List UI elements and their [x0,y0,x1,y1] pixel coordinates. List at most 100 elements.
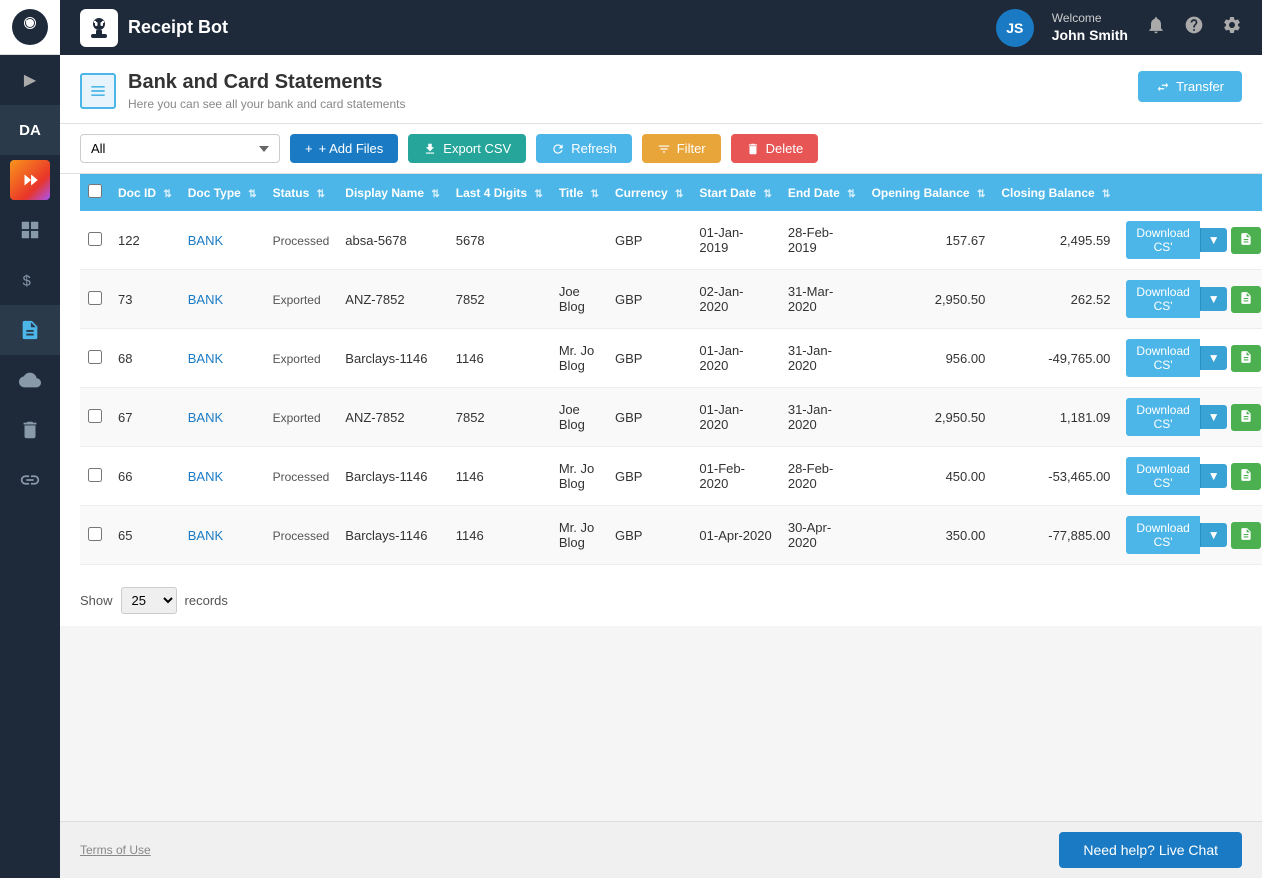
row-checkbox-cell [80,329,110,388]
download-btn-group: Download CS' ▼ [1126,339,1260,377]
row-checkbox-3[interactable] [88,409,102,423]
export-csv-button[interactable]: Export CSV [408,134,526,163]
cell-title: Mr. Jo Blog [551,506,607,565]
settings-icon[interactable] [1222,15,1242,40]
download-csv-button[interactable]: Download CS' [1126,516,1199,554]
view-doc-button[interactable] [1231,345,1261,372]
cell-opening-balance: 157.67 [864,211,994,270]
col-currency[interactable]: Currency ⇅ [607,174,691,211]
help-icon[interactable] [1184,15,1204,40]
download-csv-button[interactable]: Download CS' [1126,339,1199,377]
terms-link[interactable]: Terms of Use [80,843,151,857]
status-badge: Processed [273,470,330,484]
cell-start-date: 01-Feb-2020 [691,447,779,506]
live-chat-button[interactable]: Need help? Live Chat [1059,832,1242,868]
sidebar-item-dashboard[interactable] [0,205,60,255]
sort-icon-last-4: ⇅ [534,189,542,200]
add-files-button[interactable]: + + Add Files [290,134,398,163]
notifications-icon[interactable] [1146,15,1166,40]
doc-type-link[interactable]: BANK [188,469,223,484]
cell-opening-balance: 450.00 [864,447,994,506]
download-dropdown-button[interactable]: ▼ [1200,346,1227,370]
col-last-4[interactable]: Last 4 Digits ⇅ [448,174,551,211]
cell-last-4: 5678 [448,211,551,270]
cell-doc-type: BANK [180,388,265,447]
col-start-date[interactable]: Start Date ⇅ [691,174,779,211]
app-name: Receipt Bot [128,17,228,38]
view-doc-button[interactable] [1231,463,1261,490]
sidebar-item-da[interactable]: DA [0,105,60,155]
table-container: Doc ID ⇅ Doc Type ⇅ Status ⇅ Display Nam… [60,174,1262,575]
col-doc-id[interactable]: Doc ID ⇅ [110,174,180,211]
page-title-block: Bank and Card Statements Here you can se… [128,71,406,111]
cell-doc-type: BANK [180,211,265,270]
download-dropdown-button[interactable]: ▼ [1200,523,1227,547]
row-checkbox-cell [80,211,110,270]
col-title[interactable]: Title ⇅ [551,174,607,211]
sidebar-item-finance[interactable]: $ [0,255,60,305]
cell-title [551,211,607,270]
refresh-button[interactable]: Refresh [536,134,632,163]
download-dropdown-button[interactable]: ▼ [1200,464,1227,488]
download-btn-group: Download CS' ▼ [1126,221,1260,259]
cell-display-name: absa-5678 [337,211,447,270]
filter-select[interactable]: All [80,134,280,163]
table-row: 68 BANK Exported Barclays-1146 1146 Mr. … [80,329,1262,388]
download-dropdown-button[interactable]: ▼ [1200,228,1227,252]
grid-icon [19,219,41,241]
doc-type-link[interactable]: BANK [188,528,223,543]
doc-type-link[interactable]: BANK [188,410,223,425]
cell-actions: Download CS' ▼ [1118,506,1262,565]
records-per-page-select[interactable]: 10 25 50 100 [121,587,177,614]
sidebar-item-trash[interactable] [0,405,60,455]
sidebar-item-documents[interactable] [0,305,60,355]
col-status[interactable]: Status ⇅ [265,174,338,211]
cell-currency: GBP [607,211,691,270]
col-opening-balance[interactable]: Opening Balance ⇅ [864,174,994,211]
col-display-name[interactable]: Display Name ⇅ [337,174,447,211]
cell-actions: Download CS' ▼ [1118,211,1262,270]
view-doc-button[interactable] [1231,404,1261,431]
download-csv-button[interactable]: Download CS' [1126,221,1199,259]
sidebar-item-collapse[interactable]: ▶ [0,55,60,105]
transfer-button[interactable]: Transfer [1138,71,1242,102]
download-csv-button[interactable]: Download CS' [1126,398,1199,436]
sidebar-item-cloud[interactable] [0,355,60,405]
download-dropdown-button[interactable]: ▼ [1200,287,1227,311]
cell-closing-balance: -53,465.00 [993,447,1118,506]
col-doc-type[interactable]: Doc Type ⇅ [180,174,265,211]
row-checkbox-2[interactable] [88,350,102,364]
row-checkbox-0[interactable] [88,232,102,246]
delete-button[interactable]: Delete [731,134,819,163]
page-header-left: Bank and Card Statements Here you can se… [80,71,406,111]
download-csv-button[interactable]: Download CS' [1126,457,1199,495]
sort-icon-closing: ⇅ [1102,189,1110,200]
cell-display-name: ANZ-7852 [337,388,447,447]
cell-currency: GBP [607,447,691,506]
download-csv-button[interactable]: Download CS' [1126,280,1199,318]
view-doc-button[interactable] [1231,286,1261,313]
download-dropdown-button[interactable]: ▼ [1200,405,1227,429]
row-checkbox-4[interactable] [88,468,102,482]
row-checkbox-cell [80,506,110,565]
select-all-checkbox[interactable] [88,184,102,198]
doc-type-link[interactable]: BANK [188,233,223,248]
doc-type-link[interactable]: BANK [188,292,223,307]
view-doc-button[interactable] [1231,522,1261,549]
col-closing-balance[interactable]: Closing Balance ⇅ [993,174,1118,211]
cell-closing-balance: 1,181.09 [993,388,1118,447]
view-doc-button[interactable] [1231,227,1261,254]
cell-actions: Download CS' ▼ [1118,388,1262,447]
sidebar-item-multiforward[interactable] [0,155,60,205]
row-checkbox-1[interactable] [88,291,102,305]
col-end-date[interactable]: End Date ⇅ [780,174,864,211]
cell-actions: Download CS' ▼ [1118,447,1262,506]
sort-icon-start-date: ⇅ [763,189,771,200]
sidebar-item-link[interactable] [0,455,60,505]
page-header-icon [80,73,116,109]
doc-type-link[interactable]: BANK [188,351,223,366]
show-label: Show [80,593,113,608]
row-checkbox-5[interactable] [88,527,102,541]
filter-button[interactable]: Filter [642,134,721,163]
navbar-brand: Receipt Bot [80,9,228,47]
